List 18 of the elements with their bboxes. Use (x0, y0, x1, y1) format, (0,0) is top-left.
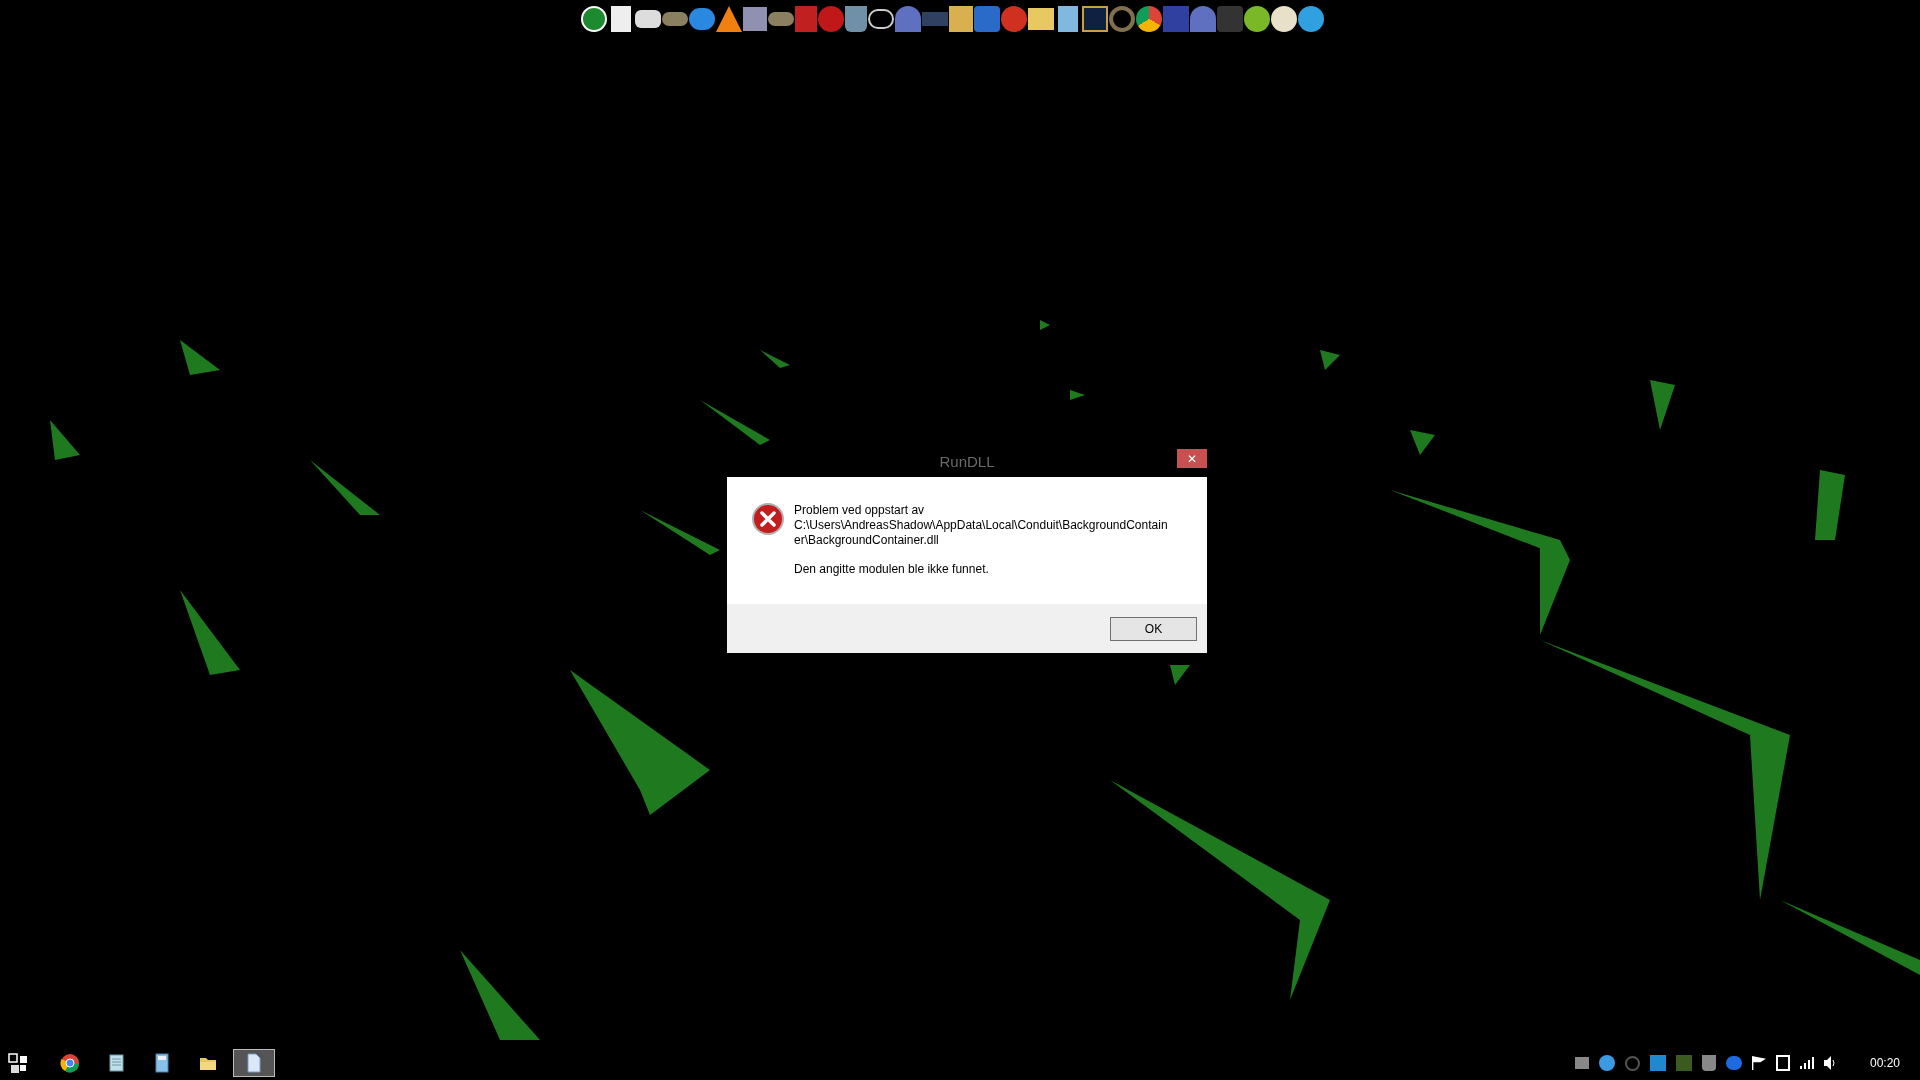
taskbar-button[interactable] (233, 1049, 275, 1077)
speaker-icon[interactable] (1823, 1056, 1836, 1070)
error-detail: Den angitte modulen ble ikke funnet. (794, 562, 990, 577)
close-button[interactable]: ✕ (1177, 449, 1207, 468)
document-icon (244, 1053, 264, 1073)
app-icon[interactable] (1298, 6, 1324, 32)
cone-icon[interactable] (716, 6, 742, 32)
signal-icon[interactable] (1799, 1057, 1814, 1069)
notepad-icon (106, 1053, 126, 1073)
ring-icon[interactable] (1109, 6, 1135, 32)
browser-icon (60, 1053, 80, 1073)
error-icon (752, 503, 784, 535)
clock[interactable]: 00:20 (1869, 1054, 1900, 1072)
window-title: RunDLL (939, 452, 995, 473)
ok-button[interactable]: OK (1110, 616, 1197, 641)
error-message: Problem ved oppstart av C:\Users\AndreasShadow\AppData\Local\Conduit\BackgroundContain er\BackgroundContainer.dll (794, 503, 1168, 548)
start-icon[interactable] (8, 1053, 28, 1073)
browser-icon[interactable] (1136, 6, 1162, 32)
